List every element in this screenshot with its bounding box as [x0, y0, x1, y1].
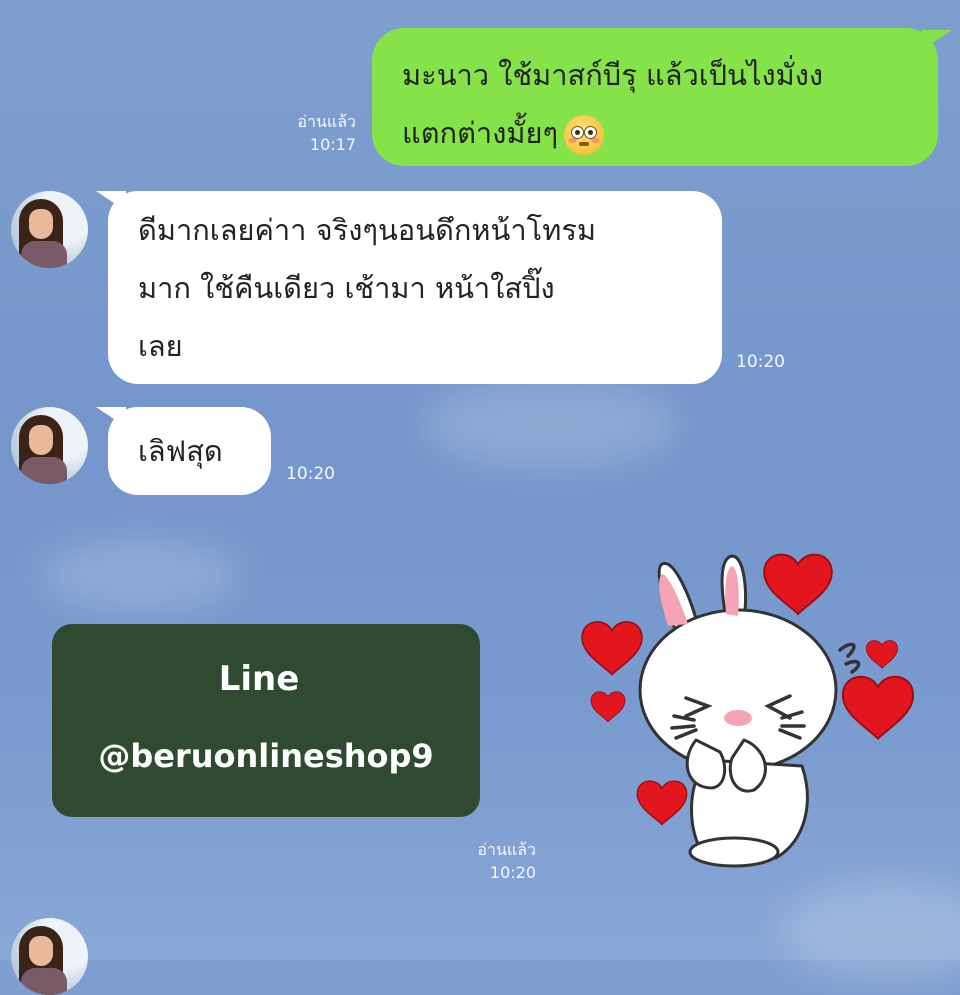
cony-rabbit-hearts-sticker-icon[interactable] [576, 540, 926, 880]
bubble-tail [922, 30, 952, 50]
read-receipt: อ่านแล้ว 10:17 [262, 110, 356, 156]
message-text-line: มะนาว ใช้มาสก์บีรุ แล้วเป็นไงมั่งง [402, 58, 824, 92]
message-text-line: แตกต่างมั้ยๆ [402, 116, 559, 150]
promo-title: Line [218, 659, 300, 699]
bubble-tail [96, 191, 126, 211]
contact-avatar[interactable] [11, 407, 88, 484]
contact-avatar[interactable] [11, 918, 88, 995]
message-time: 10:17 [309, 135, 356, 154]
contact-avatar[interactable] [11, 191, 88, 268]
incoming-message-bubble[interactable]: ดีมากเลยค่าา จริงๆนอนดึกหน้าโทรม มาก ใช้… [96, 191, 722, 384]
message-time: 10:20 [736, 352, 785, 372]
message-text-line: มาก ใช้คืนเดียว เช้ามา หน้าใสปิ๊ง [138, 271, 555, 305]
promo-banner: Line @beruonlineshop9 [52, 624, 480, 817]
message-time: 10:20 [286, 464, 335, 484]
promo-line-id: @beruonlineshop9 [98, 737, 434, 775]
message-time: 10:20 [489, 863, 536, 882]
flushed-face-emoji-icon [564, 115, 605, 155]
background-cloud [40, 540, 240, 610]
outgoing-message-bubble[interactable]: มะนาว ใช้มาสก์บีรุ แล้วเป็นไงมั่งง แตกต่… [372, 28, 952, 166]
read-label: อ่านแล้ว [297, 112, 356, 131]
incoming-message-bubble[interactable]: เลิฟสุด [96, 407, 271, 495]
read-label: อ่านแล้ว [477, 840, 536, 859]
bubble-tail [96, 407, 126, 427]
background-cloud [780, 880, 960, 980]
message-text-line: เลิฟสุด [138, 434, 223, 468]
background-cloud [420, 380, 680, 470]
read-receipt: อ่านแล้ว 10:20 [456, 838, 536, 884]
message-text-line: ดีมากเลยค่าา จริงๆนอนดึกหน้าโทรม [138, 213, 597, 247]
message-text-line: เลย [138, 329, 183, 363]
